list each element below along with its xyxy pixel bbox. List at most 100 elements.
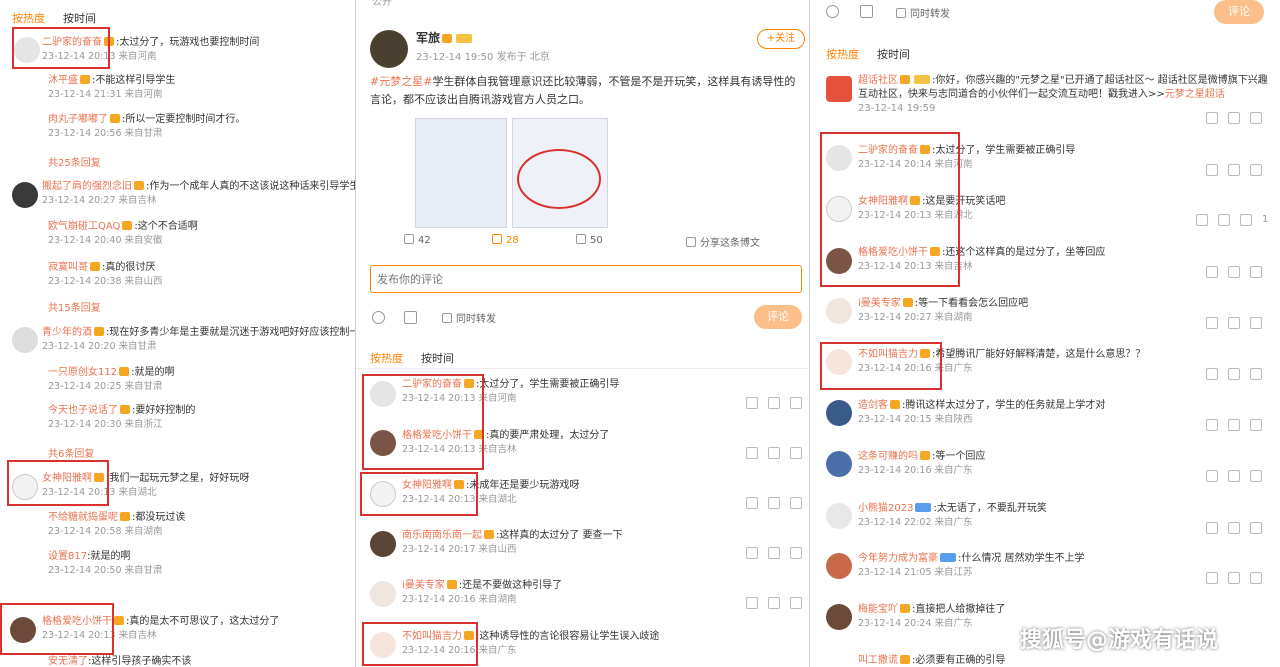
comment-author[interactable]: 这条可赚的吗 [858, 451, 918, 462]
thumbs-up-icon[interactable] [1250, 522, 1262, 534]
comment-icon[interactable] [768, 447, 780, 459]
comment-icon[interactable] [1228, 470, 1240, 482]
thumbs-up-icon[interactable] [790, 597, 802, 609]
comment-icon[interactable] [768, 397, 780, 409]
comment-icon[interactable] [1228, 112, 1240, 124]
sync-repost[interactable]: 同时转发 [442, 310, 496, 325]
thumbs-up-icon[interactable] [790, 547, 802, 559]
reply-author[interactable]: 设置817 [48, 551, 87, 562]
thumbs-up-icon[interactable] [1250, 368, 1262, 380]
avatar[interactable] [826, 298, 852, 324]
reply-author[interactable]: 安无清了 [48, 656, 88, 667]
share-icon[interactable] [746, 447, 758, 459]
comment-author[interactable]: 梅能宝吖 [858, 604, 898, 615]
comment-icon[interactable] [1228, 419, 1240, 431]
avatar[interactable] [826, 451, 852, 477]
comment-author[interactable]: 超话社区 [858, 75, 898, 86]
share-action[interactable]: 分享这条博文 [686, 234, 760, 249]
avatar[interactable] [826, 553, 852, 579]
post-image-2[interactable] [512, 118, 608, 228]
checkbox-icon[interactable] [896, 8, 906, 18]
share-icon[interactable] [746, 597, 758, 609]
sync-repost[interactable]: 同时转发 [896, 5, 950, 20]
reply-author[interactable]: 沐平盛 [48, 75, 78, 86]
image-icon[interactable] [404, 311, 417, 324]
comment-action[interactable]: 28 [492, 234, 519, 246]
share-icon[interactable] [746, 547, 758, 559]
tab-by-hot[interactable]: 按热度 [826, 46, 859, 62]
share-icon[interactable] [1206, 368, 1218, 380]
thumbs-up-icon[interactable] [1250, 419, 1262, 431]
avatar[interactable] [826, 503, 852, 529]
reply-author[interactable]: 今天也子说话了 [48, 405, 118, 416]
share-icon[interactable] [746, 497, 758, 509]
submit-comment-button[interactable]: 评论 [754, 305, 802, 329]
comment-icon[interactable] [768, 597, 780, 609]
tab-by-hot[interactable]: 按热度 [370, 350, 403, 366]
avatar[interactable] [826, 400, 852, 426]
share-icon[interactable] [1206, 164, 1218, 176]
avatar[interactable] [12, 327, 38, 353]
share-icon[interactable] [746, 397, 758, 409]
topic-tag[interactable]: #元梦之星# [370, 75, 432, 88]
avatar[interactable] [12, 182, 38, 208]
reply-author[interactable]: 肉丸子嘟嘟了 [48, 114, 108, 125]
repost-action[interactable]: 42 [404, 234, 431, 246]
comment-author[interactable]: i曼美专家 [858, 298, 901, 309]
thumbs-up-icon[interactable] [1240, 214, 1252, 226]
reply-author[interactable]: 欧气崩碰工QAQ [48, 221, 120, 232]
share-icon[interactable] [1206, 470, 1218, 482]
reply-author[interactable]: 一只原创女112 [48, 367, 117, 378]
comment-author[interactable]: 造剑客 [858, 400, 888, 411]
comment-input[interactable] [370, 265, 802, 293]
comment-icon[interactable] [1228, 266, 1240, 278]
reply-author[interactable]: 寂寞叫哥 [48, 262, 88, 273]
comment-icon[interactable] [1228, 368, 1240, 380]
submit-comment-button[interactable]: 评论 [1214, 0, 1264, 24]
super-topic-link[interactable]: 元梦之星超话 [1165, 89, 1225, 100]
thumbs-up-icon[interactable] [1250, 266, 1262, 278]
share-icon[interactable] [1206, 419, 1218, 431]
avatar[interactable] [370, 581, 396, 607]
image-icon[interactable] [860, 5, 873, 18]
like-action[interactable]: 50 [576, 234, 603, 246]
author-name[interactable]: 军旅 [416, 31, 440, 45]
emoji-icon[interactable] [826, 5, 839, 18]
tab-by-time[interactable]: 按时间 [877, 46, 910, 62]
follow-button[interactable]: +关注 [757, 29, 805, 49]
share-icon[interactable] [1206, 266, 1218, 278]
share-icon[interactable] [1206, 572, 1218, 584]
comment-icon[interactable] [1228, 317, 1240, 329]
super-topic-avatar[interactable] [826, 76, 852, 102]
comment-icon[interactable] [768, 547, 780, 559]
comment-icon[interactable] [1218, 214, 1230, 226]
avatar[interactable] [370, 531, 396, 557]
tab-by-time[interactable]: 按时间 [63, 10, 96, 26]
thumbs-up-icon[interactable] [790, 447, 802, 459]
comment-author[interactable]: 叫工撒谎 [858, 655, 898, 666]
comment-icon[interactable] [1228, 572, 1240, 584]
share-icon[interactable] [1206, 317, 1218, 329]
emoji-icon[interactable] [372, 311, 385, 324]
thumbs-up-icon[interactable] [1250, 317, 1262, 329]
thumbs-up-icon[interactable] [790, 497, 802, 509]
thumbs-up-icon[interactable] [1250, 164, 1262, 176]
reply-author[interactable]: 不给糖就捣蛋呢 [48, 512, 118, 523]
thumbs-up-icon[interactable] [790, 397, 802, 409]
comment-author[interactable]: 南乐南南乐南一起 [402, 530, 482, 541]
comment-author[interactable]: 搬起了肩的强烈念旧 [42, 181, 132, 192]
share-icon[interactable] [1196, 214, 1208, 226]
comment-author[interactable]: 今年努力成为富豪 [858, 553, 938, 564]
share-icon[interactable] [1206, 112, 1218, 124]
tab-by-time[interactable]: 按时间 [421, 350, 454, 366]
post-image-1[interactable] [415, 118, 507, 228]
more-replies-link[interactable]: 共15条回复 [48, 299, 101, 314]
comment-author[interactable]: 青少年的酒 [42, 327, 92, 338]
comment-icon[interactable] [1228, 164, 1240, 176]
thumbs-up-icon[interactable] [1250, 470, 1262, 482]
share-icon[interactable] [1206, 522, 1218, 534]
tab-by-hot[interactable]: 按热度 [12, 10, 45, 26]
comment-icon[interactable] [768, 497, 780, 509]
comment-icon[interactable] [1228, 522, 1240, 534]
thumbs-up-icon[interactable] [1250, 112, 1262, 124]
